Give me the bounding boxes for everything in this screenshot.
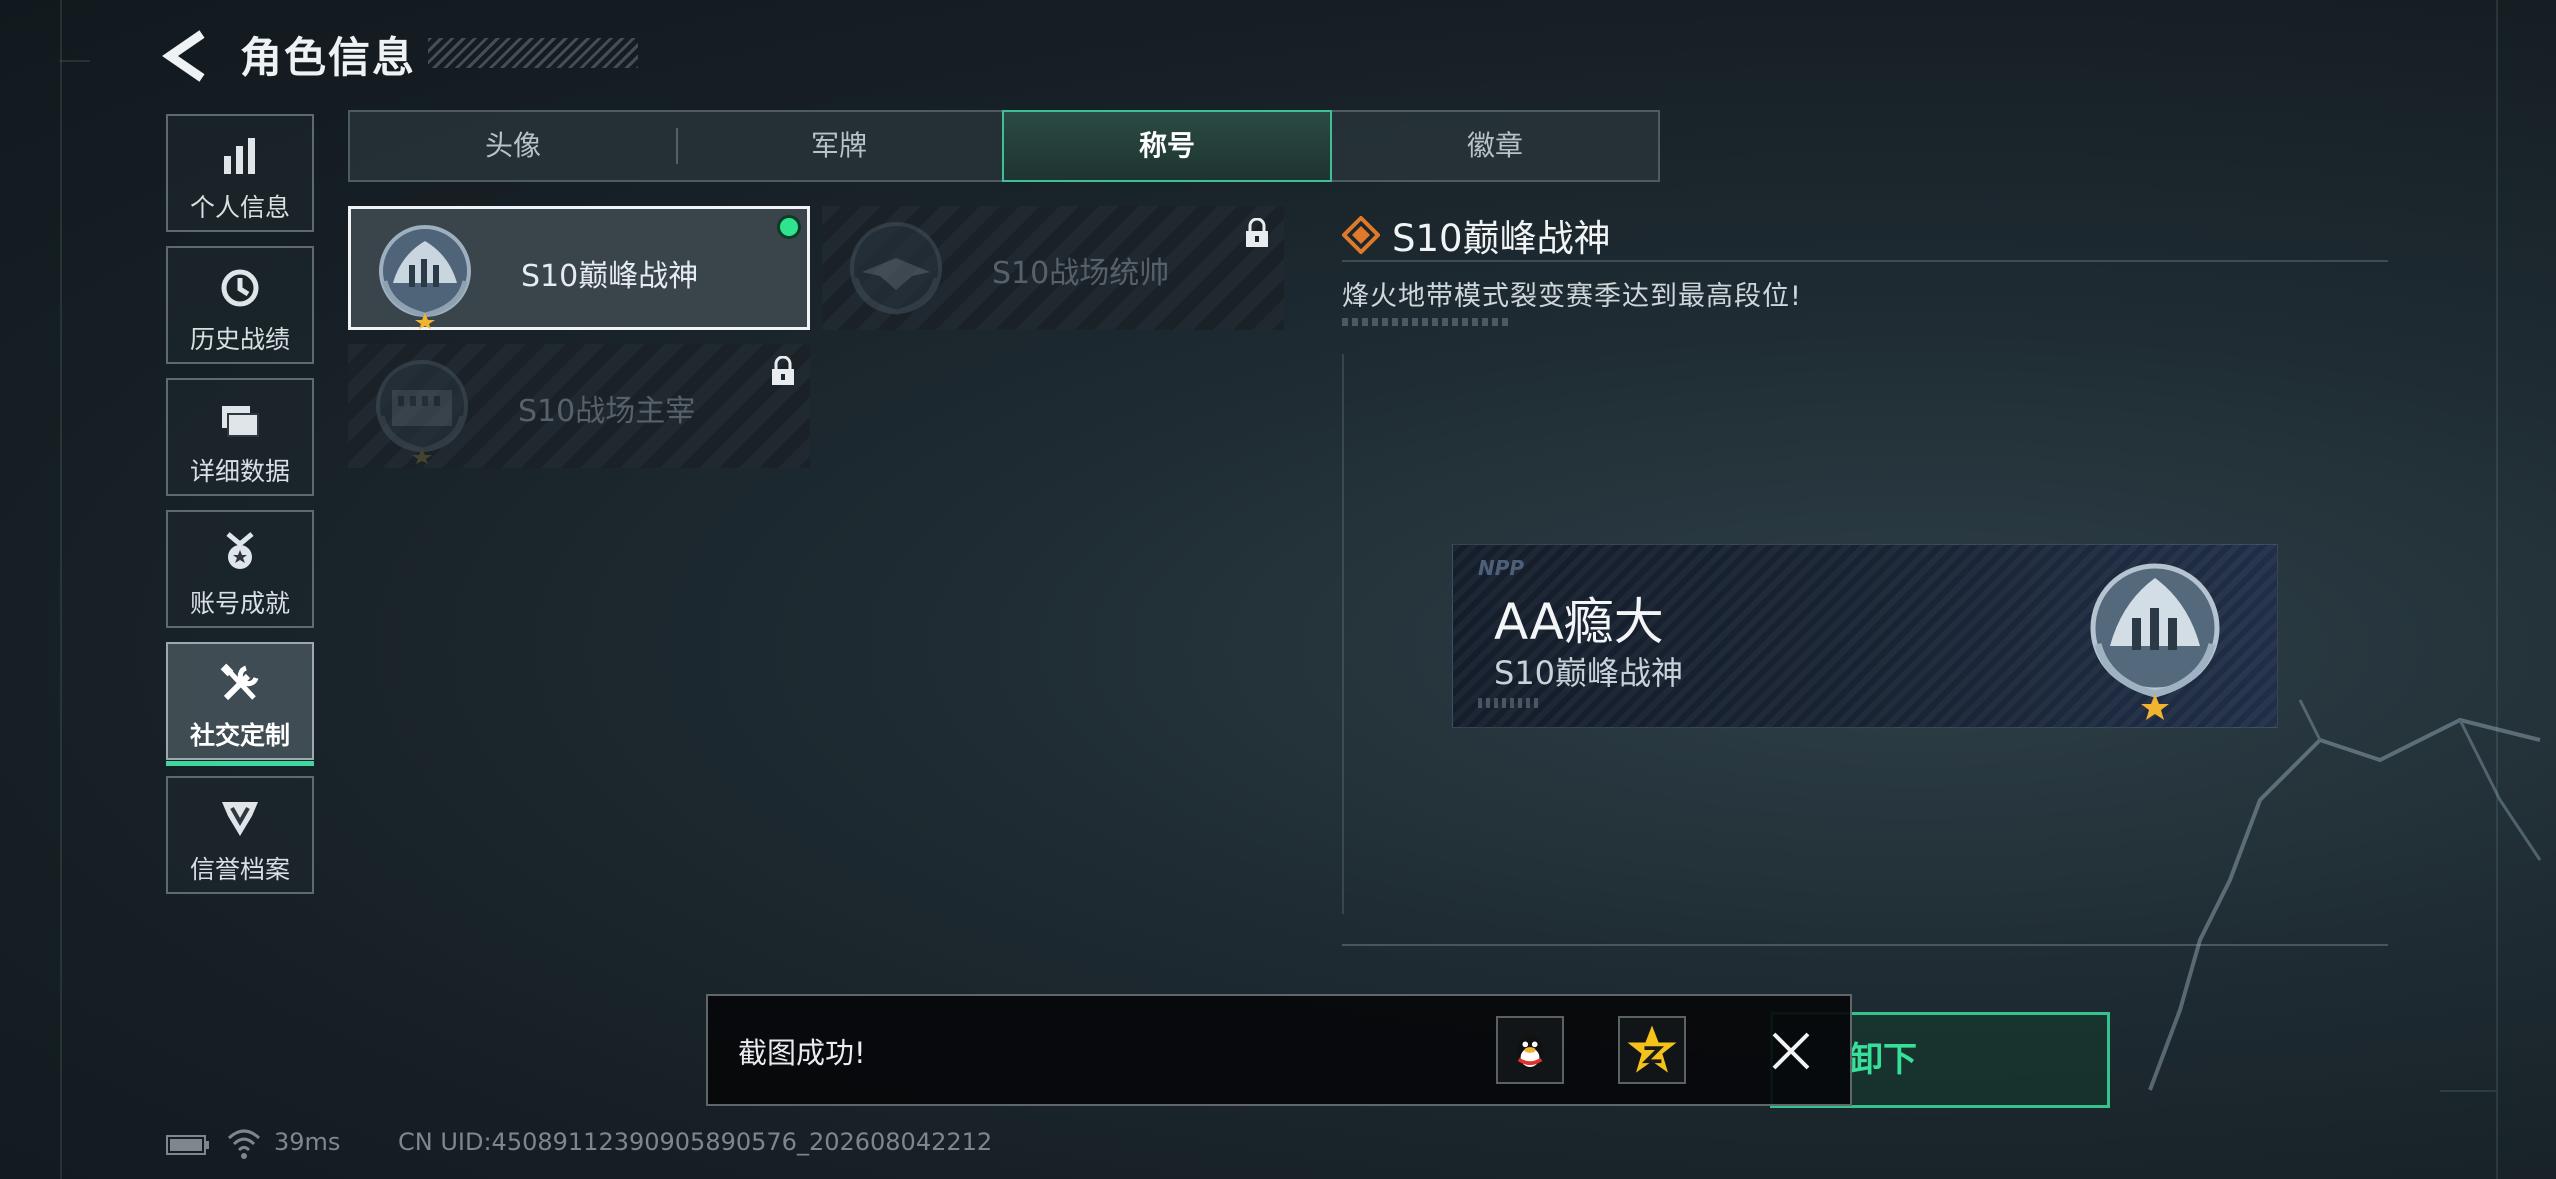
sidebar-item-detail-data[interactable]: 详细数据 bbox=[166, 378, 314, 496]
nameplate-decoration bbox=[1478, 698, 1538, 708]
sidebar-item-history[interactable]: 历史战绩 bbox=[166, 246, 314, 364]
wifi-icon bbox=[227, 1129, 261, 1159]
divider bbox=[1342, 260, 2388, 262]
page-title: 角色信息 bbox=[240, 33, 417, 82]
tab-badge[interactable]: 徽章 bbox=[1332, 112, 1658, 180]
title-card[interactable]: S10战场主宰 bbox=[348, 344, 810, 468]
ping-value: 39ms bbox=[274, 1128, 341, 1156]
detail-description: 烽火地带模式裂变赛季达到最高段位! bbox=[1342, 281, 1802, 312]
tab-avatar[interactable]: 头像 bbox=[350, 112, 676, 180]
title-card[interactable]: S10战场统帅 bbox=[822, 206, 1284, 330]
frame-tick bbox=[60, 60, 90, 62]
title-name: S10战场统帅 bbox=[992, 256, 1170, 291]
title-diamond-icon bbox=[1342, 216, 1380, 254]
sidebar-item-achievements[interactable]: 账号成就 bbox=[166, 510, 314, 628]
tab-dogtag[interactable]: 军牌 bbox=[676, 112, 1002, 180]
emblem-icon bbox=[379, 225, 471, 329]
folder-icon bbox=[222, 406, 259, 437]
title-name: S10战场主宰 bbox=[518, 394, 696, 429]
medal-icon bbox=[226, 532, 254, 569]
close-icon[interactable] bbox=[1768, 1028, 1814, 1074]
emblem-icon bbox=[850, 222, 942, 315]
shield-wing-icon bbox=[222, 802, 258, 836]
lock-icon bbox=[772, 356, 794, 385]
player-name: AA瘾大 bbox=[1494, 593, 1664, 651]
qq-icon bbox=[1516, 1034, 1544, 1069]
preview-frame bbox=[1342, 944, 2388, 946]
sidebar-item-reputation[interactable]: 信誉档案 bbox=[166, 776, 314, 894]
sidebar-item-personal-info[interactable]: 个人信息 bbox=[166, 114, 314, 232]
sidebar-item-label: 社交定制 bbox=[189, 721, 290, 750]
tools-icon bbox=[220, 663, 259, 701]
detail-decoration bbox=[1342, 318, 1510, 326]
title-card[interactable]: S10巅峰战神 bbox=[348, 206, 810, 330]
back-arrow-icon[interactable] bbox=[160, 28, 216, 84]
sidebar-item-label: 账号成就 bbox=[189, 589, 290, 618]
bar-chart-icon bbox=[224, 138, 255, 174]
user-uid: CN UID:4508911239090589057​6_20260804221… bbox=[398, 1128, 993, 1156]
title-decoration bbox=[428, 38, 638, 68]
frame-line-left bbox=[60, 0, 62, 1179]
share-qzone-button[interactable] bbox=[1618, 1016, 1686, 1084]
clock-history-icon bbox=[221, 269, 259, 307]
equipped-indicator bbox=[777, 215, 801, 239]
emblem-icon bbox=[2090, 563, 2220, 720]
preview-frame bbox=[1342, 354, 1344, 914]
qzone-icon bbox=[1627, 1025, 1677, 1073]
title-name: S10巅峰战神 bbox=[521, 259, 699, 294]
player-title: S10巅峰战神 bbox=[1494, 654, 1684, 692]
emblem-icon bbox=[376, 360, 468, 464]
lock-icon bbox=[1246, 218, 1268, 247]
tab-title[interactable]: 称号 bbox=[1002, 110, 1332, 182]
battery-icon bbox=[166, 1135, 209, 1155]
category-tabs: 头像 军牌 称号 徽章 bbox=[348, 110, 1660, 182]
sidebar-item-label: 历史战绩 bbox=[189, 325, 290, 354]
sidebar-item-social-custom[interactable]: 社交定制 bbox=[166, 642, 314, 766]
detail-title: S10巅峰战神 bbox=[1392, 217, 1611, 260]
toast-message: 截图成功! bbox=[738, 1036, 866, 1070]
share-qq-button[interactable] bbox=[1496, 1016, 1564, 1084]
sidebar-item-label: 信誉档案 bbox=[189, 855, 290, 884]
sidebar-item-label: 详细数据 bbox=[189, 457, 290, 486]
nameplate-logo: NPP bbox=[1478, 556, 1525, 580]
sidebar-item-label: 个人信息 bbox=[189, 193, 290, 222]
